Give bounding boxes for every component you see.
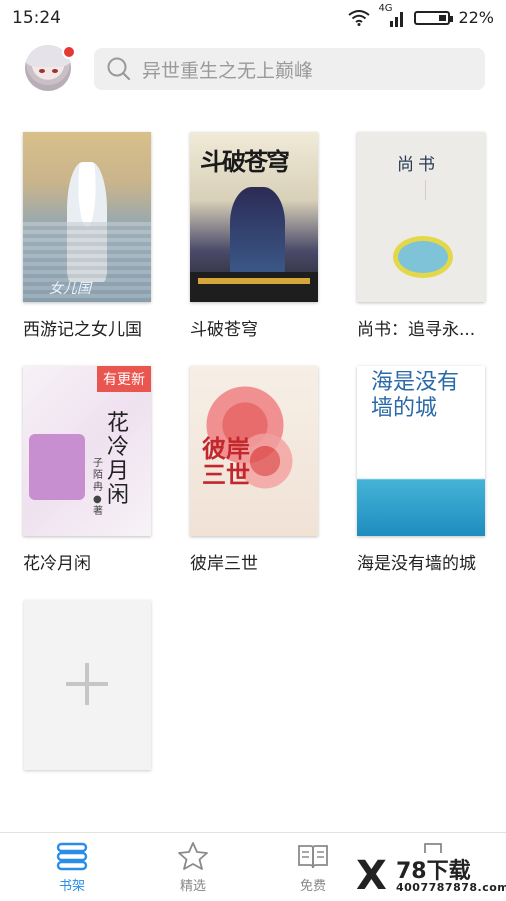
- watermark-url: 4007787878.com: [396, 881, 506, 894]
- tab-free[interactable]: 免费: [278, 841, 348, 894]
- cover-title: 花冷月闲: [107, 411, 130, 508]
- star-icon: [178, 842, 208, 870]
- watermark-mark: X: [356, 853, 387, 899]
- tab-label: 书架: [58, 879, 85, 894]
- notification-dot: [62, 45, 76, 59]
- book-title: 彼岸三世: [190, 554, 258, 574]
- cover-title: 女儿国: [49, 281, 91, 297]
- update-badge: 有更新: [97, 366, 151, 392]
- book-item[interactable]: 斗破苍穹 斗破苍穹: [190, 132, 318, 340]
- plus-icon: [66, 663, 108, 705]
- book-item[interactable]: 海是没有墙的城 海是没有墙的城: [357, 366, 485, 574]
- status-icons: 4G 22%: [348, 3, 494, 27]
- book-item[interactable]: 彼岸三世 彼岸三世: [190, 366, 318, 574]
- site-watermark: X 78下载 4007787878.com: [356, 853, 506, 901]
- cover-title: 海是没有墙的城: [371, 370, 460, 421]
- search-input[interactable]: 异世重生之无上巅峰: [94, 48, 485, 90]
- wifi-icon: [348, 9, 371, 26]
- open-book-icon: [298, 845, 328, 869]
- book-cover[interactable]: 尚书: [357, 132, 485, 302]
- book-cover[interactable]: 海是没有墙的城: [357, 366, 485, 536]
- book-item[interactable]: 女儿国 西游记之女儿国: [23, 132, 151, 340]
- book-title: 海是没有墙的城: [357, 554, 476, 574]
- tab-bookshelf[interactable]: 书架: [37, 841, 107, 894]
- tab-label: 免费: [299, 879, 326, 894]
- book-title: 西游记之女儿国: [23, 320, 142, 340]
- tab-featured[interactable]: 精选: [158, 841, 228, 894]
- header: 异世重生之无上巅峰: [0, 40, 506, 100]
- book-item[interactable]: 花冷月闲 子陌冉●著 有更新 花冷月闲: [23, 366, 151, 574]
- bottom-tab-bar: 书架 精选 免费 X 78下载 4007787878.com: [0, 832, 506, 901]
- battery-level: 22%: [458, 8, 494, 27]
- status-bar: 15:24 4G 22%: [0, 0, 506, 36]
- book-cover[interactable]: 彼岸三世: [190, 366, 318, 536]
- search-placeholder: 异世重生之无上巅峰: [142, 59, 314, 82]
- cover-author: 子陌冉●著: [93, 458, 103, 517]
- tab-label: 精选: [179, 879, 206, 894]
- book-cover[interactable]: 斗破苍穹: [190, 132, 318, 302]
- cover-title: 彼岸三世: [202, 434, 250, 489]
- book-cover[interactable]: 女儿国: [23, 132, 151, 302]
- cover-title: 尚书: [397, 155, 439, 175]
- book-title: 尚书：追寻永...: [357, 320, 476, 340]
- battery-icon: [414, 10, 454, 25]
- book-item[interactable]: 尚书 尚书：追寻永...: [357, 132, 485, 340]
- book-cover[interactable]: 花冷月闲 子陌冉●著 有更新: [23, 366, 151, 536]
- bookshelf-icon: [56, 842, 88, 871]
- book-title: 斗破苍穹: [190, 320, 258, 340]
- add-book-button[interactable]: [24, 600, 151, 770]
- status-time: 15:24: [12, 8, 61, 28]
- cover-title: 斗破苍穹: [200, 147, 290, 176]
- signal-icon: 4G: [378, 3, 406, 27]
- book-title: 花冷月闲: [23, 554, 91, 574]
- search-icon: [107, 57, 131, 81]
